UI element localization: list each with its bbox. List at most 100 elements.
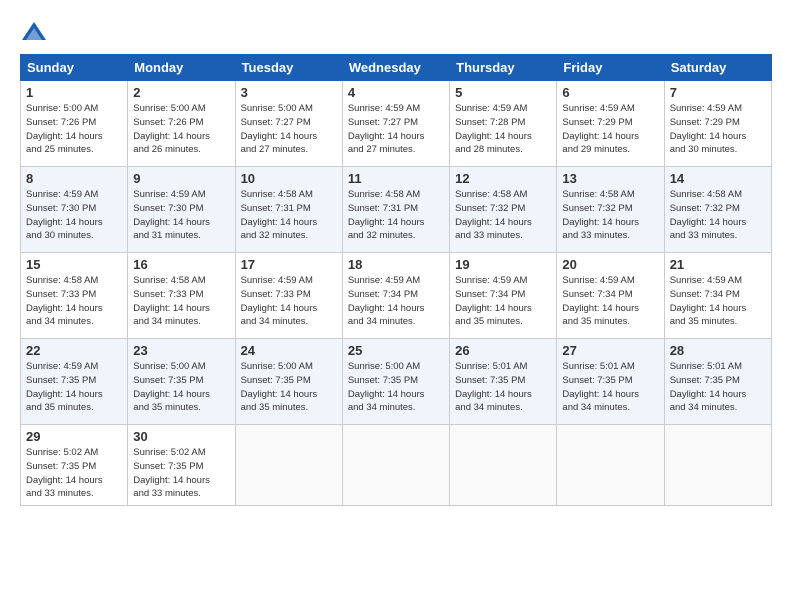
day-info: Sunrise: 4:59 AM Sunset: 7:34 PM Dayligh… [562, 274, 658, 329]
calendar-cell: 18 Sunrise: 4:59 AM Sunset: 7:34 PM Dayli… [342, 253, 449, 339]
day-number: 21 [670, 257, 766, 272]
day-number: 2 [133, 85, 229, 100]
day-info: Sunrise: 4:58 AM Sunset: 7:32 PM Dayligh… [562, 188, 658, 243]
day-number: 13 [562, 171, 658, 186]
logo-icon [20, 18, 48, 46]
calendar-cell: 10 Sunrise: 4:58 AM Sunset: 7:31 PM Dayli… [235, 167, 342, 253]
day-info: Sunrise: 4:58 AM Sunset: 7:31 PM Dayligh… [348, 188, 444, 243]
day-info: Sunrise: 5:02 AM Sunset: 7:35 PM Dayligh… [26, 446, 122, 501]
logo [20, 18, 54, 46]
day-header-tuesday: Tuesday [235, 55, 342, 81]
day-info: Sunrise: 4:59 AM Sunset: 7:34 PM Dayligh… [670, 274, 766, 329]
calendar-cell: 20Sunrise: 4:59 AM Sunset: 7:34 PM Dayli… [557, 253, 664, 339]
day-number: 9 [133, 171, 229, 186]
calendar-cell: 26 Sunrise: 5:01 AM Sunset: 7:35 PM Dayli… [450, 339, 557, 425]
day-number: 15 [26, 257, 122, 272]
day-info: Sunrise: 4:58 AM Sunset: 7:32 PM Dayligh… [455, 188, 551, 243]
day-number: 22 [26, 343, 122, 358]
calendar-cell: 16 Sunrise: 4:58 AM Sunset: 7:33 PM Dayli… [128, 253, 235, 339]
calendar-cell: 28 Sunrise: 5:01 AM Sunset: 7:35 PM Dayli… [664, 339, 771, 425]
day-number: 26 [455, 343, 551, 358]
day-header-sunday: Sunday [21, 55, 128, 81]
day-info: Sunrise: 4:58 AM Sunset: 7:31 PM Dayligh… [241, 188, 337, 243]
calendar-cell [450, 425, 557, 506]
header [20, 18, 772, 46]
day-info: Sunrise: 5:01 AM Sunset: 7:35 PM Dayligh… [670, 360, 766, 415]
day-info: Sunrise: 5:00 AM Sunset: 7:27 PM Dayligh… [241, 102, 337, 157]
calendar-table: SundayMondayTuesdayWednesdayThursdayFrid… [20, 54, 772, 506]
calendar-cell: 22 Sunrise: 4:59 AM Sunset: 7:35 PM Dayli… [21, 339, 128, 425]
day-header-saturday: Saturday [664, 55, 771, 81]
day-number: 18 [348, 257, 444, 272]
calendar-cell: 24 Sunrise: 5:00 AM Sunset: 7:35 PM Dayli… [235, 339, 342, 425]
calendar-cell: 25 Sunrise: 5:00 AM Sunset: 7:35 PM Dayli… [342, 339, 449, 425]
day-number: 7 [670, 85, 766, 100]
day-number: 30 [133, 429, 229, 444]
day-number: 3 [241, 85, 337, 100]
calendar-cell: 13 Sunrise: 4:58 AM Sunset: 7:32 PM Dayli… [557, 167, 664, 253]
day-number: 4 [348, 85, 444, 100]
calendar-cell: 11 Sunrise: 4:58 AM Sunset: 7:31 PM Dayli… [342, 167, 449, 253]
calendar-cell: 14Sunrise: 4:58 AM Sunset: 7:32 PM Dayli… [664, 167, 771, 253]
day-number: 8 [26, 171, 122, 186]
day-info: Sunrise: 4:59 AM Sunset: 7:28 PM Dayligh… [455, 102, 551, 157]
day-info: Sunrise: 4:59 AM Sunset: 7:33 PM Dayligh… [241, 274, 337, 329]
day-info: Sunrise: 4:59 AM Sunset: 7:30 PM Dayligh… [133, 188, 229, 243]
calendar-cell: 7 Sunrise: 4:59 AM Sunset: 7:29 PM Daylig… [664, 81, 771, 167]
day-number: 28 [670, 343, 766, 358]
calendar-cell: 23 Sunrise: 5:00 AM Sunset: 7:35 PM Dayli… [128, 339, 235, 425]
calendar-cell [557, 425, 664, 506]
calendar-cell: 8Sunrise: 4:59 AM Sunset: 7:30 PM Daylig… [21, 167, 128, 253]
calendar-cell: 2 Sunrise: 5:00 AM Sunset: 7:26 PM Daylig… [128, 81, 235, 167]
calendar-cell: 29 Sunrise: 5:02 AM Sunset: 7:35 PM Dayli… [21, 425, 128, 506]
day-number: 25 [348, 343, 444, 358]
day-info: Sunrise: 5:01 AM Sunset: 7:35 PM Dayligh… [455, 360, 551, 415]
day-info: Sunrise: 5:00 AM Sunset: 7:26 PM Dayligh… [133, 102, 229, 157]
day-header-friday: Friday [557, 55, 664, 81]
day-info: Sunrise: 4:59 AM Sunset: 7:34 PM Dayligh… [455, 274, 551, 329]
calendar-cell: 3 Sunrise: 5:00 AM Sunset: 7:27 PM Daylig… [235, 81, 342, 167]
day-info: Sunrise: 4:59 AM Sunset: 7:34 PM Dayligh… [348, 274, 444, 329]
calendar-cell [342, 425, 449, 506]
day-info: Sunrise: 4:59 AM Sunset: 7:35 PM Dayligh… [26, 360, 122, 415]
day-number: 29 [26, 429, 122, 444]
day-info: Sunrise: 4:59 AM Sunset: 7:27 PM Dayligh… [348, 102, 444, 157]
day-number: 10 [241, 171, 337, 186]
calendar-cell: 6 Sunrise: 4:59 AM Sunset: 7:29 PM Daylig… [557, 81, 664, 167]
calendar-cell [664, 425, 771, 506]
calendar-cell: 4 Sunrise: 4:59 AM Sunset: 7:27 PM Daylig… [342, 81, 449, 167]
calendar-cell: 21 Sunrise: 4:59 AM Sunset: 7:34 PM Dayli… [664, 253, 771, 339]
day-number: 16 [133, 257, 229, 272]
day-info: Sunrise: 4:58 AM Sunset: 7:33 PM Dayligh… [133, 274, 229, 329]
day-number: 24 [241, 343, 337, 358]
day-number: 23 [133, 343, 229, 358]
calendar-cell: 19 Sunrise: 4:59 AM Sunset: 7:34 PM Dayli… [450, 253, 557, 339]
day-info: Sunrise: 5:02 AM Sunset: 7:35 PM Dayligh… [133, 446, 229, 501]
page: SundayMondayTuesdayWednesdayThursdayFrid… [0, 0, 792, 612]
day-info: Sunrise: 5:00 AM Sunset: 7:35 PM Dayligh… [241, 360, 337, 415]
calendar-cell: 12 Sunrise: 4:58 AM Sunset: 7:32 PM Dayli… [450, 167, 557, 253]
calendar-cell: 17 Sunrise: 4:59 AM Sunset: 7:33 PM Dayli… [235, 253, 342, 339]
calendar-cell: 1Sunrise: 5:00 AM Sunset: 7:26 PM Daylig… [21, 81, 128, 167]
day-info: Sunrise: 4:59 AM Sunset: 7:29 PM Dayligh… [670, 102, 766, 157]
day-number: 1 [26, 85, 122, 100]
day-number: 17 [241, 257, 337, 272]
day-number: 12 [455, 171, 551, 186]
day-header-monday: Monday [128, 55, 235, 81]
day-number: 5 [455, 85, 551, 100]
day-info: Sunrise: 4:58 AM Sunset: 7:32 PM Dayligh… [670, 188, 766, 243]
day-number: 27 [562, 343, 658, 358]
calendar-cell: 15 Sunrise: 4:58 AM Sunset: 7:33 PM Dayli… [21, 253, 128, 339]
calendar-cell: 9 Sunrise: 4:59 AM Sunset: 7:30 PM Daylig… [128, 167, 235, 253]
day-number: 11 [348, 171, 444, 186]
day-info: Sunrise: 4:58 AM Sunset: 7:33 PM Dayligh… [26, 274, 122, 329]
day-header-wednesday: Wednesday [342, 55, 449, 81]
day-info: Sunrise: 4:59 AM Sunset: 7:29 PM Dayligh… [562, 102, 658, 157]
day-number: 6 [562, 85, 658, 100]
day-info: Sunrise: 5:00 AM Sunset: 7:35 PM Dayligh… [348, 360, 444, 415]
calendar-cell: 30 Sunrise: 5:02 AM Sunset: 7:35 PM Dayli… [128, 425, 235, 506]
day-info: Sunrise: 5:00 AM Sunset: 7:35 PM Dayligh… [133, 360, 229, 415]
day-info: Sunrise: 5:01 AM Sunset: 7:35 PM Dayligh… [562, 360, 658, 415]
day-number: 19 [455, 257, 551, 272]
calendar-cell: 27 Sunrise: 5:01 AM Sunset: 7:35 PM Dayli… [557, 339, 664, 425]
